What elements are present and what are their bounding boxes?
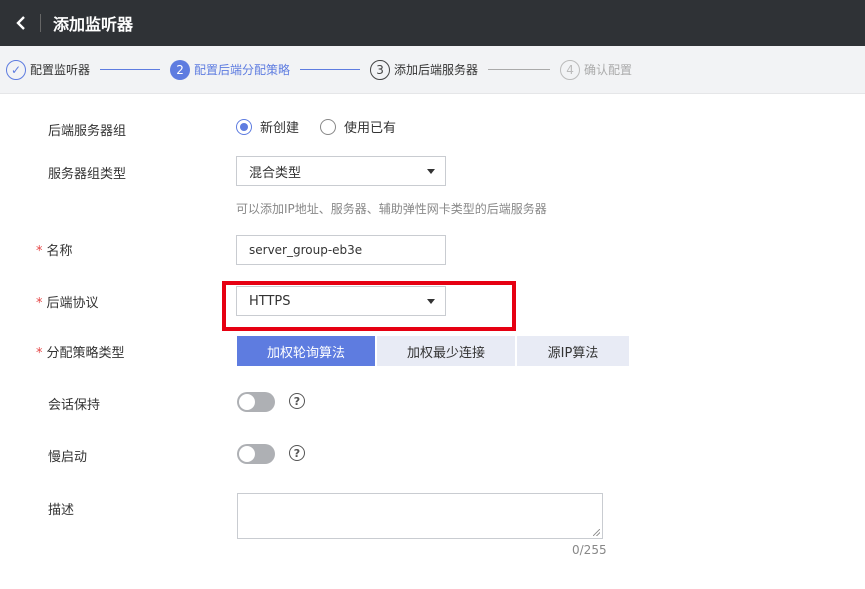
step-3-label: 添加后端服务器: [394, 63, 479, 77]
radio-new-label: 新创建: [260, 121, 300, 136]
radio-unchecked-icon: [320, 118, 336, 135]
required-mark: *: [36, 244, 43, 259]
algorithm-option-weighted-round-robin[interactable]: 加权轮询算法: [237, 336, 375, 366]
slow-start-toggle[interactable]: [237, 444, 275, 464]
sticky-session-toggle[interactable]: [237, 392, 275, 412]
protocol-label: * 后端协议: [36, 296, 99, 311]
group-type-value: 混合类型: [249, 165, 302, 181]
group-type-hint: 可以添加IP地址、服务器、辅助弹性网卡类型的后端服务器: [236, 202, 547, 216]
algorithm-option-source-ip[interactable]: 源IP算法: [517, 336, 629, 366]
slow-start-label: 慢启动: [48, 450, 88, 465]
step-connector: [488, 69, 551, 70]
caret-down-icon: [427, 169, 435, 174]
algorithm-label: * 分配策略类型: [36, 346, 125, 361]
step-2-label: 配置后端分配策略: [194, 63, 291, 77]
step-connector: [300, 69, 361, 70]
top-bar: 添加监听器: [0, 0, 865, 46]
step-4: 4 确认配置: [560, 59, 633, 80]
required-mark: *: [36, 296, 43, 311]
group-type-label: 服务器组类型: [48, 167, 127, 182]
step-3-number: 3: [370, 59, 391, 80]
step-1: ✓ 配置监听器: [6, 59, 91, 80]
name-label: * 名称: [36, 244, 73, 259]
description-textarea[interactable]: [237, 493, 603, 539]
char-counter: 0/255: [572, 543, 607, 557]
radio-existing-label: 使用已有: [344, 121, 397, 136]
step-1-label: 配置监听器: [30, 63, 91, 77]
radio-checked-icon: [236, 118, 252, 135]
algorithm-option-weighted-least-connections[interactable]: 加权最少连接: [377, 336, 515, 366]
back-button[interactable]: [12, 14, 30, 32]
group-type-select[interactable]: 混合类型: [236, 156, 446, 186]
server-group-label: 后端服务器组: [48, 124, 127, 139]
help-icon[interactable]: ?: [289, 393, 305, 409]
check-icon: ✓: [6, 59, 26, 80]
step-4-label: 确认配置: [584, 63, 633, 77]
description-label: 描述: [48, 503, 75, 518]
header-divider: [40, 14, 41, 32]
radio-new[interactable]: 新创建: [236, 117, 299, 136]
page-title: 添加监听器: [53, 15, 134, 34]
listener-form: 后端服务器组 新创建 使用已有 服务器组类型 混合类型 可以添加IP地址、服务器…: [6, 94, 865, 589]
required-mark: *: [36, 346, 43, 361]
step-3: 3 添加后端服务器: [370, 59, 479, 80]
step-indicator: ✓ 配置监听器 2 配置后端分配策略 3 添加后端服务器 4 确认配置: [0, 46, 865, 94]
resize-handle-icon[interactable]: [593, 529, 600, 536]
help-icon[interactable]: ?: [289, 445, 305, 461]
step-connector: [100, 69, 161, 70]
sticky-session-label: 会话保持: [48, 398, 101, 413]
chevron-left-icon: [16, 16, 25, 30]
step-2-number: 2: [170, 59, 191, 80]
step-2: 2 配置后端分配策略: [170, 59, 291, 80]
radio-existing[interactable]: 使用已有: [320, 117, 396, 136]
highlight-box: [222, 281, 516, 331]
step-4-number: 4: [560, 59, 581, 80]
name-input[interactable]: server_group-eb3e: [236, 235, 446, 265]
